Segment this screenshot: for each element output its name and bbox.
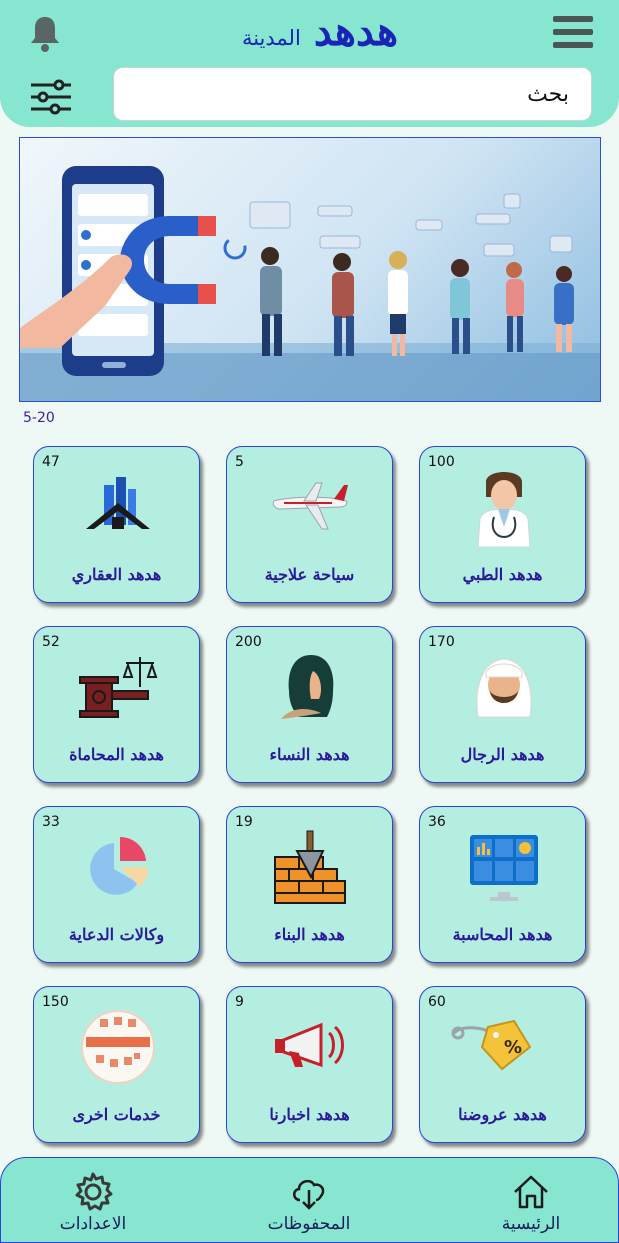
category-count: 100 bbox=[428, 454, 455, 470]
nav-home-label: الرئيسية bbox=[501, 1214, 561, 1234]
nav-settings-label: الاعدادات bbox=[59, 1214, 127, 1234]
nav-saved-label: المحفوظات bbox=[267, 1214, 351, 1234]
category-label: هدهد المحاسبة bbox=[452, 925, 553, 944]
app-title: هدهد bbox=[313, 8, 399, 55]
category-count: 33 bbox=[42, 814, 60, 830]
category-card-medical-tourism[interactable]: 5 سياحة علاجية bbox=[226, 446, 393, 603]
category-count: 150 bbox=[42, 994, 69, 1010]
doctor-icon bbox=[477, 472, 531, 547]
category-count: 19 bbox=[235, 814, 253, 830]
woman-icon bbox=[281, 655, 334, 719]
accounting-icon bbox=[470, 835, 538, 901]
airplane-icon bbox=[272, 482, 348, 530]
category-label: هدهد النساء bbox=[269, 745, 350, 764]
category-card-news[interactable]: 9 هدهد اخبارنا bbox=[226, 986, 393, 1143]
category-card-men[interactable]: 170 هدهد الرجال bbox=[419, 626, 586, 783]
app-subtitle: المدينة bbox=[241, 26, 301, 50]
category-label: هدهد عروضنا bbox=[458, 1105, 547, 1124]
app-brand: هدهد المدينة bbox=[200, 8, 440, 60]
category-label: وكالات الدعاية bbox=[68, 925, 165, 944]
search-input[interactable] bbox=[113, 67, 592, 121]
category-label: خدمات اخرى bbox=[72, 1105, 161, 1124]
services-icon bbox=[81, 1010, 155, 1084]
category-label: هدهد الرجال bbox=[460, 745, 545, 764]
category-count: 36 bbox=[428, 814, 446, 830]
category-count: 5 bbox=[235, 454, 244, 470]
menu-icon[interactable] bbox=[553, 16, 593, 50]
category-count: 52 bbox=[42, 634, 60, 650]
category-label: هدهد اخبارنا bbox=[269, 1105, 350, 1124]
category-card-construction[interactable]: 19 هدهد البناء bbox=[226, 806, 393, 963]
nav-settings[interactable]: الاعدادات bbox=[33, 1158, 153, 1243]
category-count: 47 bbox=[42, 454, 60, 470]
category-label: هدهد الطبي bbox=[462, 565, 543, 584]
banner-illustration bbox=[20, 166, 600, 401]
megaphone-icon bbox=[275, 1022, 344, 1068]
category-label: سياحة علاجية bbox=[264, 565, 355, 584]
category-card-law[interactable]: 52 هدهد المحاماة bbox=[33, 626, 200, 783]
discount-tag-icon: % bbox=[451, 1019, 532, 1071]
category-count: 9 bbox=[235, 994, 244, 1010]
cloud-download-icon bbox=[293, 1179, 325, 1210]
bottom-nav: الرئيسية المحفوظات الاعدادات bbox=[0, 1157, 619, 1243]
banner-range-label: 5-20 bbox=[23, 410, 55, 426]
category-label: هدهد المحاماة bbox=[69, 745, 164, 764]
category-count: 200 bbox=[235, 634, 262, 650]
home-icon bbox=[514, 1175, 548, 1209]
category-count: 170 bbox=[428, 634, 455, 650]
filter-icon[interactable] bbox=[29, 78, 73, 116]
nav-home[interactable]: الرئيسية bbox=[471, 1158, 591, 1243]
category-card-offers[interactable]: 60 % هدهد عروضنا bbox=[419, 986, 586, 1143]
promo-banner[interactable] bbox=[19, 137, 601, 402]
svg-text:%: % bbox=[504, 1037, 522, 1058]
nav-saved[interactable]: المحفوظات bbox=[249, 1158, 369, 1243]
category-card-real-estate[interactable]: 47 هدهد العقاري bbox=[33, 446, 200, 603]
category-card-medical[interactable]: 100 هدهد الطبي bbox=[419, 446, 586, 603]
category-card-advertising[interactable]: 33 وكالات الدعاية bbox=[33, 806, 200, 963]
category-label: هدهد البناء bbox=[274, 925, 345, 944]
real-estate-icon bbox=[86, 477, 150, 529]
construction-icon bbox=[274, 830, 346, 904]
bell-icon[interactable] bbox=[27, 14, 63, 54]
app-header: هدهد المدينة bbox=[0, 0, 619, 127]
category-label: هدهد العقاري bbox=[71, 565, 162, 584]
pie-chart-icon bbox=[90, 836, 149, 895]
gear-icon bbox=[75, 1172, 113, 1211]
man-icon bbox=[476, 658, 532, 718]
category-card-women[interactable]: 200 هدهد النساء bbox=[226, 626, 393, 783]
law-icon bbox=[79, 657, 158, 718]
category-card-other-services[interactable]: 150 خدمات اخرى bbox=[33, 986, 200, 1143]
category-card-accounting[interactable]: 36 هدهد المحاسبة bbox=[419, 806, 586, 963]
